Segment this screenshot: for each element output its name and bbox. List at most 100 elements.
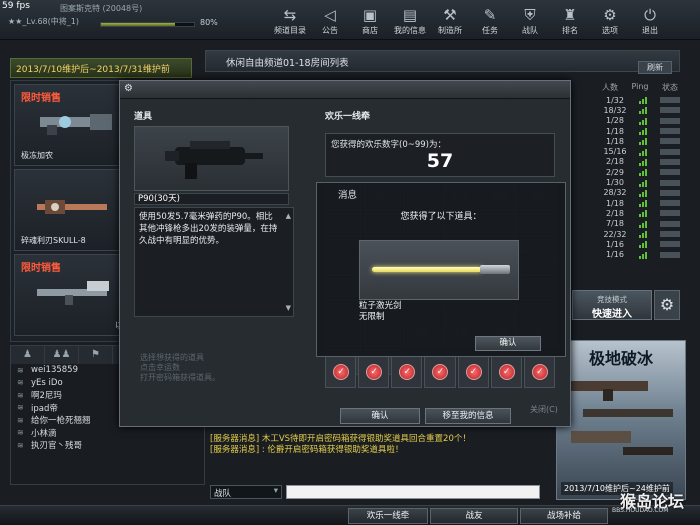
gear-icon[interactable]: ⚙	[654, 290, 680, 320]
close-button[interactable]: 关闭(C)	[530, 404, 558, 415]
tab-clan[interactable]: ♟♟	[45, 346, 79, 364]
reward-slot[interactable]: ✓	[325, 356, 357, 388]
nav-label: 公告	[322, 26, 338, 35]
channel-header: 休闲自由频道01-18房间列表	[205, 50, 680, 72]
table-row[interactable]: 1/18	[595, 126, 680, 136]
rank-icon: ≋	[17, 378, 24, 388]
promo-name: 极冻加农	[21, 151, 53, 160]
table-row[interactable]: 7/18	[595, 219, 680, 229]
rank-icon: ≋	[17, 365, 24, 375]
nav-label: 制造所	[438, 26, 462, 35]
reward-slot[interactable]: ✓	[424, 356, 456, 388]
table-row[interactable]: 2/29	[595, 167, 680, 177]
reward-item-duration: 无限制	[359, 312, 385, 322]
reward-item-image	[359, 240, 519, 300]
table-row[interactable]: 2/18	[595, 157, 680, 167]
check-mark-icon: ✓	[465, 364, 482, 380]
table-row[interactable]: 1/18	[595, 198, 680, 208]
nav-settings[interactable]: ⚙ 选项	[590, 0, 630, 40]
nav-profile[interactable]: ▤ 我的信息	[390, 0, 430, 40]
chat-line: [服务器消息] : 伦爵开启密码箱获得银助奖道具啦！	[210, 445, 404, 454]
table-row[interactable]: 1/16	[595, 249, 680, 259]
p90-gun-icon	[165, 141, 263, 179]
cannon-gun-icon	[40, 114, 112, 135]
table-row[interactable]: 15/16	[595, 146, 680, 156]
rank-icon: ≋	[17, 403, 24, 413]
nav-shop[interactable]: ▣ 商店	[350, 0, 390, 40]
table-row[interactable]: 1/18	[595, 136, 680, 146]
ping-bars-icon	[635, 106, 657, 115]
room-status	[660, 210, 680, 217]
room-count: 2/29	[606, 167, 624, 177]
check-mark-icon: ✓	[432, 364, 449, 380]
nav-hammer[interactable]: ⚒ 制造所	[430, 0, 470, 40]
ping-bar	[645, 97, 647, 105]
table-row[interactable]: 22/32	[595, 229, 680, 239]
bottom-supply-button[interactable]: 战场补给	[520, 508, 608, 524]
move-to-info-button[interactable]: 移至我的信息	[425, 408, 511, 424]
table-row[interactable]: 18/32	[595, 105, 680, 115]
message-ok-button[interactable]: 确认	[475, 336, 541, 351]
tab-friends[interactable]: ♟	[11, 346, 45, 364]
banner-title: 极地破冰	[588, 349, 653, 368]
ping-bars-icon	[635, 230, 657, 238]
nav-clan-shield[interactable]: ⛨ 战队	[510, 0, 550, 40]
reward-slot[interactable]: ✓	[358, 356, 390, 388]
reward-slot[interactable]: ✓	[391, 356, 423, 388]
chat-bar: 战队	[210, 485, 540, 499]
room-count: 28/32	[603, 188, 627, 198]
chat-input[interactable]	[286, 485, 540, 499]
reward-slot[interactable]: ✓	[490, 356, 522, 388]
ping-bar	[639, 193, 641, 197]
scroll-down-icon[interactable]: ▼	[286, 302, 291, 314]
room-count: 15/16	[603, 147, 627, 157]
table-row[interactable]: 1/16	[595, 239, 680, 249]
check-mark-icon: ✓	[498, 364, 515, 380]
friend-name: ipad帝	[31, 403, 58, 414]
ping-bar	[639, 152, 641, 156]
friend-name: 小林滴	[31, 428, 57, 439]
exp-bar	[100, 22, 195, 27]
nav-trophy[interactable]: ♜ 排名	[550, 0, 590, 40]
tab-flag[interactable]: ⚑	[79, 346, 113, 364]
list-item[interactable]: ≋ 执刃官丶残哥	[11, 439, 204, 452]
settings-icon: ⚙	[603, 6, 617, 24]
scroll-up-icon[interactable]: ▲	[286, 210, 291, 222]
table-row[interactable]: 1/30	[595, 177, 680, 187]
chat-channel-select[interactable]: 战队	[210, 485, 282, 499]
list-item[interactable]: ≋ 小林滴	[11, 427, 204, 440]
ping-bars-icon	[635, 158, 657, 166]
bottom-friends-button[interactable]: 战友	[430, 508, 518, 524]
nav-mission[interactable]: ✎ 任务	[470, 0, 510, 40]
table-row[interactable]: 2/18	[595, 208, 680, 218]
event-banner[interactable]: 极地破冰 2013/7/10维护后~24维护前	[556, 340, 686, 500]
ping-bars-icon	[635, 189, 657, 197]
hint-line: 打开密码箱获得道具。	[140, 373, 220, 382]
nav-label: 任务	[482, 26, 498, 35]
nav-megaphone[interactable]: ◁ 公告	[310, 0, 350, 40]
lucky-number-box: 您获得的欢乐数字(0~99)为： 57	[325, 133, 555, 177]
ping-bar	[645, 210, 647, 218]
table-row[interactable]: 1/28	[595, 116, 680, 126]
friend-name: wei135859	[31, 365, 78, 376]
room-status	[660, 138, 680, 145]
reward-slot[interactable]: ✓	[523, 356, 555, 388]
table-row[interactable]: 1/32	[595, 95, 680, 105]
ping-bars-icon	[635, 127, 657, 136]
refresh-button[interactable]: 刷新	[638, 61, 672, 74]
room-count: 1/16	[606, 239, 624, 249]
megaphone-icon: ◁	[324, 6, 336, 24]
nav-exit[interactable]: ⏻ 退出	[630, 0, 670, 40]
table-row[interactable]: 28/32	[595, 188, 680, 198]
reward-item-title: 粒子激光剑	[359, 301, 402, 311]
quick-join-button[interactable]: 竞技模式 快速进入	[572, 290, 652, 320]
exit-icon: ⏻	[644, 6, 656, 24]
reward-slot[interactable]: ✓	[457, 356, 489, 388]
confirm-button[interactable]: 确认	[340, 408, 420, 424]
ping-bar	[639, 111, 641, 115]
bottom-happy-link-button[interactable]: 欢乐一线牵	[348, 508, 428, 524]
ping-bar	[642, 150, 644, 156]
nav-signpost[interactable]: ⇆ 频道目录	[270, 0, 310, 40]
item-section-title: 道具	[134, 112, 153, 122]
promo-tag: 限时销售	[21, 263, 61, 274]
